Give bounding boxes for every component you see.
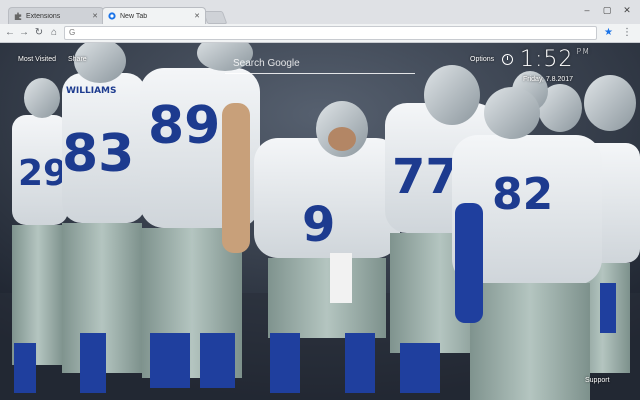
date-label: Friday, 7.8.2017 [523, 76, 574, 83]
menu-icon[interactable]: ⋮ [622, 27, 632, 39]
back-icon[interactable]: ← [4, 27, 16, 39]
puzzle-icon [14, 12, 22, 20]
toolbar: ← → ↻ ⌂ G ★ ⋮ [0, 24, 640, 43]
jersey-nameplate: WILLIAMS [66, 86, 117, 96]
new-tab-page: 29 WILLIAMS 83 89 9 77 82 Most Visited S… [0, 43, 640, 400]
new-tab-icon [108, 12, 116, 20]
search-input[interactable] [225, 53, 423, 73]
search-icon: G [69, 28, 76, 37]
most-visited-link[interactable]: Most Visited [18, 56, 56, 63]
window-close-button[interactable]: ✕ [620, 4, 634, 16]
search-box [225, 53, 423, 74]
bookmark-star-icon[interactable]: ★ [604, 27, 613, 39]
background-photo: 29 WILLIAMS 83 89 9 77 82 [0, 43, 640, 400]
tab-title: Extensions [26, 12, 61, 20]
clock-time: 1:52 [520, 47, 574, 72]
tab-new-tab[interactable]: New Tab ✕ [102, 7, 206, 24]
jersey-number-89: 89 [148, 96, 220, 156]
tab-title: New Tab [120, 12, 148, 20]
new-tab-button[interactable] [202, 11, 228, 24]
jersey-number-9: 9 [302, 197, 335, 253]
player-83: WILLIAMS 83 [62, 43, 146, 393]
jersey-number-29: 29 [18, 153, 68, 194]
address-bar[interactable]: G [64, 26, 597, 40]
minimize-button[interactable]: – [580, 4, 594, 16]
jersey-number-77: 77 [392, 149, 459, 205]
home-icon[interactable]: ⌂ [48, 27, 60, 39]
share-link[interactable]: Share [68, 56, 87, 63]
player-89: 89 [140, 43, 260, 388]
close-icon[interactable]: ✕ [192, 12, 202, 20]
tab-extensions[interactable]: Extensions ✕ [8, 7, 104, 24]
maximize-button[interactable]: ▢ [600, 4, 614, 16]
clock: 1:52 PM [520, 47, 590, 72]
close-icon[interactable]: ✕ [90, 12, 100, 20]
jersey-number-82: 82 [492, 169, 553, 220]
forward-icon[interactable]: → [18, 27, 30, 39]
reload-icon[interactable]: ↻ [33, 27, 45, 39]
player-29: 29 [12, 78, 68, 393]
jersey-number-83: 83 [62, 124, 134, 184]
clock-icon[interactable] [502, 54, 513, 65]
tab-strip: Extensions ✕ New Tab ✕ – ▢ ✕ [0, 0, 640, 24]
options-link[interactable]: Options [470, 56, 494, 63]
clock-ampm: PM [576, 47, 591, 56]
support-link[interactable]: Support [585, 377, 610, 384]
